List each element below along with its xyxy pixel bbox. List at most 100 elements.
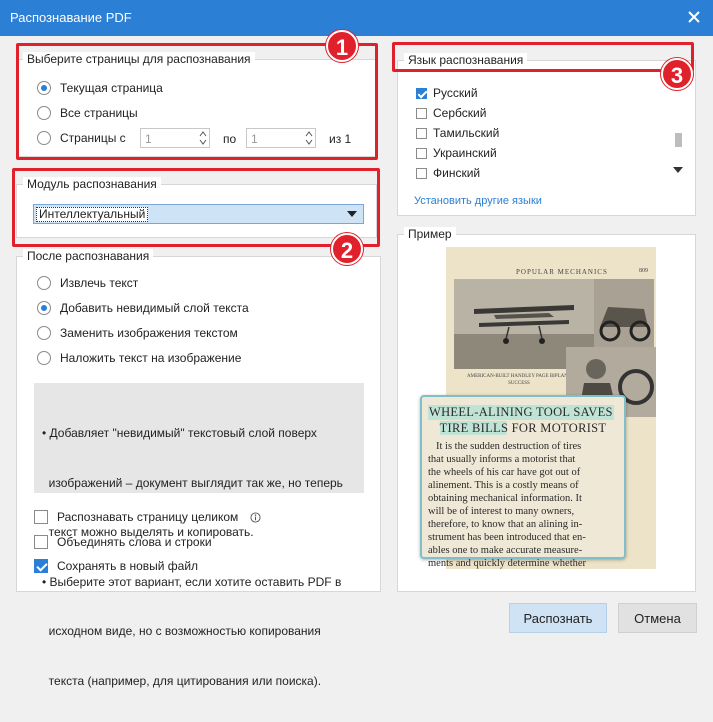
checkbox-save-new-file-label: Сохранять в новый файл [57,559,199,573]
radio-all-pages-label: Все страницы [60,106,138,120]
radio-all-pages[interactable]: Все страницы [37,104,138,122]
spinner-arrows-icon[interactable] [305,130,313,146]
magazine-title: POPULAR MECHANICS [516,268,608,276]
body-line: strument has been introduced that en- [428,532,586,543]
checkbox-whole-page-label: Распознавать страницу целиком [57,510,239,524]
cancel-button[interactable]: Отмена [618,603,697,633]
headline-line-2: TIRE BILLS FOR MOTORIST [428,421,618,436]
language-item[interactable]: Сербский [416,104,486,122]
range-to-value: 1 [251,132,258,146]
body-line: ments and quickly determine whether [428,558,587,569]
body-line: that usually informs a motorist that [428,454,576,465]
headline-line-2-text: TIRE BILLS FOR MOTORIST [439,421,607,435]
language-group-legend: Язык распознавания [404,53,528,67]
checkbox-merge-words[interactable]: Объединять слова и строки [34,533,212,551]
scrollbar-thumb[interactable] [675,133,682,147]
language-checkbox[interactable] [416,167,427,179]
body-line: obtaining mechanical information. It [428,493,582,504]
info-line: текста (например, для цитирования или по… [42,673,322,688]
checkbox-save-new-file[interactable]: Сохранять в новый файл [34,557,198,575]
language-checkbox[interactable] [416,87,427,99]
checkbox-whole-page[interactable]: Распознавать страницу целиком [34,508,261,526]
radio-overlay-text-label: Наложить текст на изображение [60,351,242,365]
info-icon[interactable] [250,511,261,523]
range-from-input[interactable]: 1 [140,128,210,148]
radio-invisible-layer[interactable]: Добавить невидимый слой текста [37,299,249,317]
title-bar: Распознавание PDF [0,0,713,36]
module-group: Модуль распознавания Интеллектуальный [16,177,377,238]
radio-replace-images-label: Заменить изображения текстом [60,326,238,340]
radio-page-range-indicator[interactable] [37,131,51,145]
range-from-value: 1 [145,132,152,146]
close-icon[interactable] [683,6,705,28]
language-scrollbar[interactable] [673,83,683,179]
checkbox-save-new-file-box[interactable] [34,559,48,573]
range-to-input[interactable]: 1 [246,128,316,148]
radio-invisible-layer-indicator[interactable] [37,301,51,315]
after-group-legend: После распознавания [23,249,154,263]
radio-overlay-text-indicator[interactable] [37,351,51,365]
radio-all-pages-indicator[interactable] [37,106,51,120]
language-checkbox[interactable] [416,127,427,139]
radio-page-range[interactable]: Страницы с [37,129,126,147]
annotation-badge-3: 3 [661,58,693,90]
radio-extract-text-indicator[interactable] [37,276,51,290]
dropdown-arrow-icon[interactable] [347,211,357,217]
info-line: • Выберите этот вариант, если хотите ост… [42,574,342,589]
info-box: • Добавляет "невидимый" текстовый слой п… [34,383,364,688]
recognize-button[interactable]: Распознать [509,603,607,633]
spinner-arrows-icon[interactable] [199,130,207,146]
language-checkbox[interactable] [416,107,427,119]
pages-group: Выберите страницы для распознавания Теку… [16,52,377,157]
module-select[interactable]: Интеллектуальный [33,204,364,224]
info-line: исходном виде, но с возможностью копиров… [42,624,321,638]
body-line: therefore, to know that an alining in- [428,519,583,530]
language-item[interactable]: Русский [416,84,478,102]
scroll-down-icon[interactable] [673,167,683,173]
info-line: • Добавляет "невидимый" текстовый слой п… [42,426,317,440]
annotation-badge-2: 2 [331,233,363,265]
module-select-value: Интеллектуальный [36,207,149,222]
range-of-label: из 1 [329,132,352,146]
language-checkbox[interactable] [416,147,427,159]
pages-group-legend: Выберите страницы для распознавания [23,52,255,66]
body-line: will be of interest to many owners, [428,506,575,517]
language-item[interactable]: Тамильский [416,124,499,142]
radio-overlay-text[interactable]: Наложить текст на изображение [37,349,241,367]
module-group-legend: Модуль распознавания [23,177,161,191]
example-group: Пример POPULAR MECHANICS 809 AMERICAN-BU… [397,227,696,592]
example-group-legend: Пример [404,227,456,241]
language-item[interactable]: Украинский [416,144,497,162]
range-to-label: по [223,132,237,146]
radio-extract-text-label: Извлечь текст [60,276,139,290]
radio-invisible-layer-label: Добавить невидимый слой текста [60,301,249,315]
car-illustration [594,279,654,349]
radio-current-page-indicator[interactable] [37,81,51,95]
checkbox-merge-words-box[interactable] [34,535,48,549]
body-line: It is the sudden destruction of tires [436,441,582,452]
language-label: Тамильский [433,126,500,140]
plane-caption: AMERICAN-BUILT HANDLEY PAGE BIPLANE SUCC… [467,374,571,386]
radio-current-page-label: Текущая страница [60,81,163,95]
radio-current-page[interactable]: Текущая страница [37,79,163,97]
checkbox-merge-words-label: Объединять слова и строки [57,535,212,549]
radio-extract-text[interactable]: Извлечь текст [37,274,138,292]
language-label: Сербский [433,106,487,120]
annotation-badge-1: 1 [326,30,358,62]
body-text: It is the sudden destruction of tires th… [428,440,618,570]
body-line: alinement. This is a costly means of [428,480,579,491]
install-languages-link[interactable]: Установить другие языки [414,195,542,207]
language-label: Русский [433,86,478,100]
language-label: Финский [433,166,481,180]
radio-page-range-label: Страницы с [60,131,126,145]
radio-replace-images-indicator[interactable] [37,326,51,340]
checkbox-whole-page-box[interactable] [34,510,48,524]
page-number: 809 [639,268,648,274]
body-line: ables one to make accurate measure- [428,545,583,556]
info-line: изображений – документ выглядит так же, … [42,475,343,490]
headline-line-1: WHEEL-ALINING TOOL SAVES [428,405,614,420]
language-item[interactable]: Финский [416,164,480,182]
language-label: Украинский [433,146,497,160]
radio-replace-images[interactable]: Заменить изображения текстом [37,324,238,342]
body-line: the wheels of his car have got out of [428,467,581,478]
